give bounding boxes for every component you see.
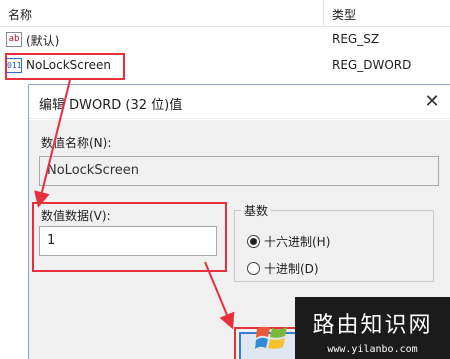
windows-logo-icon — [255, 326, 287, 349]
arrow-data-to-ok — [204, 261, 235, 330]
watermark-brand: 路由知识网 — [312, 313, 433, 338]
watermark-url: www.yilanbo.com — [327, 344, 418, 355]
arrow-name-to-data — [34, 79, 71, 208]
watermark: 路由知识网 www.yilanbo.com — [295, 297, 450, 359]
